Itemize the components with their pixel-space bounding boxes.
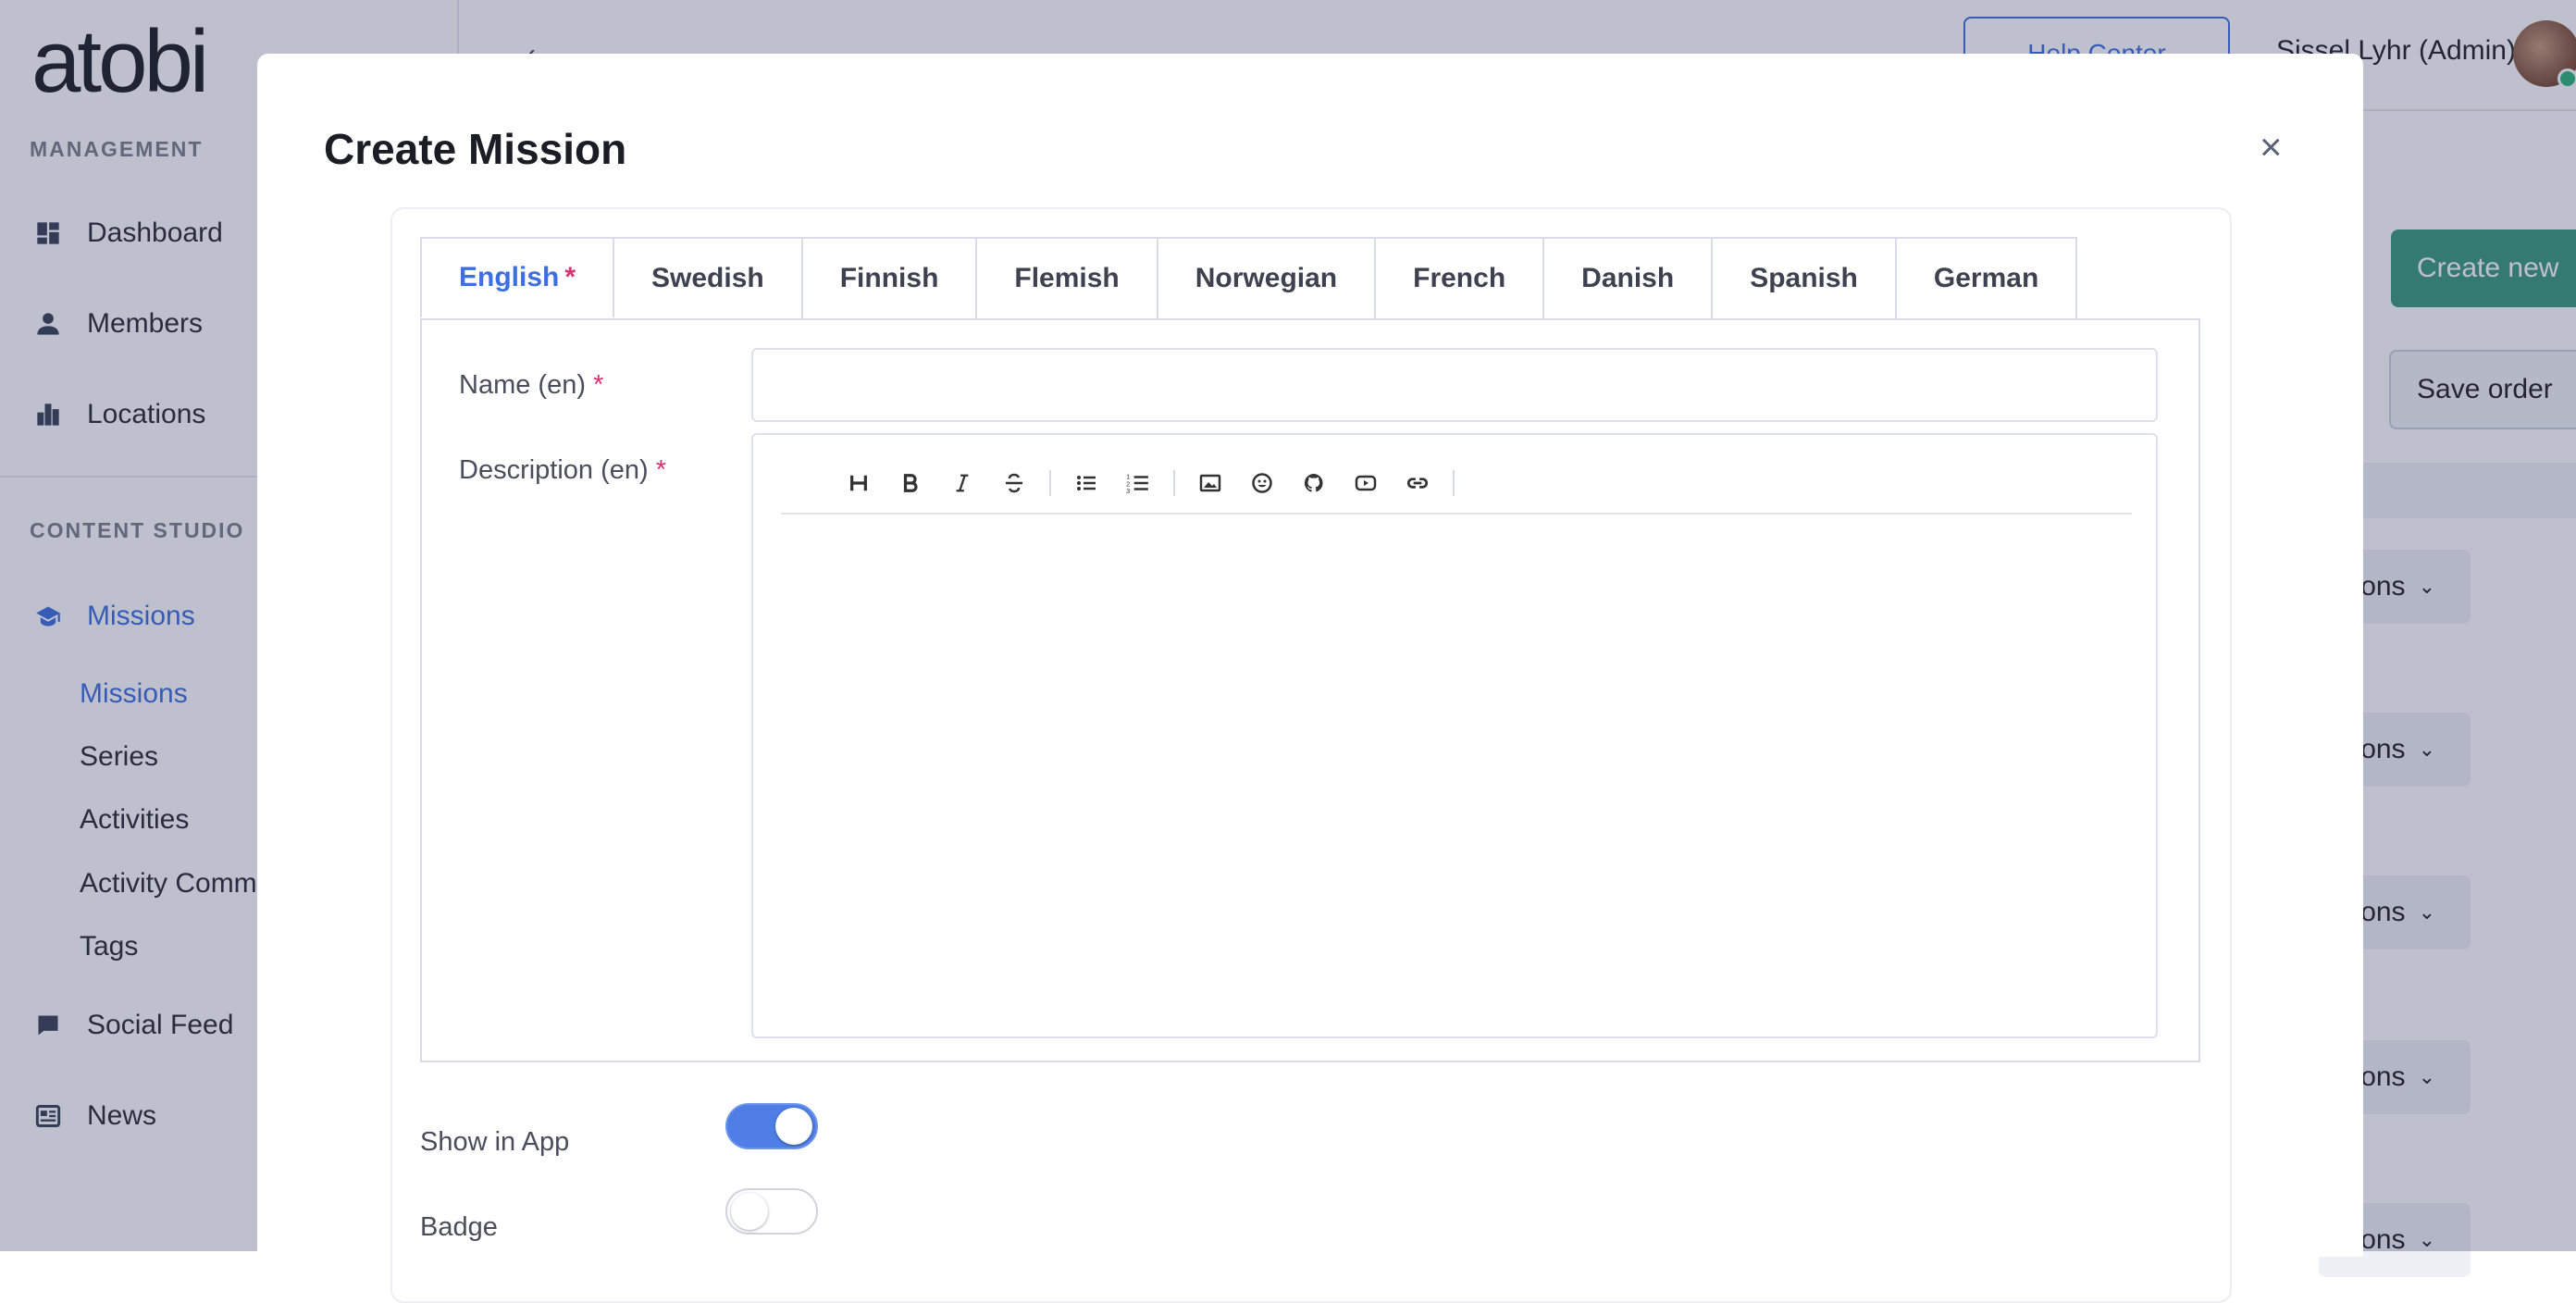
link-icon[interactable] [1392, 463, 1443, 503]
tab-finnish[interactable]: Finnish [800, 237, 978, 318]
bullet-list-icon[interactable] [1060, 463, 1112, 503]
badge-toggle[interactable] [725, 1188, 818, 1235]
toolbar-separator [1173, 470, 1175, 496]
required-mark: * [593, 370, 604, 400]
emoji-icon[interactable] [1236, 463, 1288, 503]
toolbar-separator [1453, 470, 1455, 496]
tab-german[interactable]: German [1894, 237, 2078, 318]
name-input[interactable] [751, 348, 2158, 422]
tab-swedish[interactable]: Swedish [613, 237, 803, 318]
required-mark: * [655, 455, 667, 485]
tab-flemish[interactable]: Flemish [975, 237, 1158, 318]
modal-title: Create Mission [324, 125, 627, 173]
tab-norwegian[interactable]: Norwegian [1156, 237, 1377, 318]
show-in-app-label: Show in App [420, 1127, 570, 1157]
svg-text:3: 3 [1126, 487, 1130, 495]
heading-icon[interactable] [833, 463, 885, 503]
numbered-list-icon[interactable]: 123 [1112, 463, 1164, 503]
show-in-app-toggle[interactable] [725, 1103, 818, 1149]
toggle-knob [775, 1108, 812, 1145]
name-label-text: Name (en) [459, 370, 586, 400]
description-field-label: Description (en) * [459, 455, 666, 486]
toolbar-separator [1049, 470, 1051, 496]
tab-spanish[interactable]: Spanish [1711, 237, 1897, 318]
name-field-label: Name (en) * [459, 370, 603, 401]
language-tabs: English * Swedish Finnish Flemish Norwegi… [420, 237, 2078, 320]
image-icon[interactable] [1184, 463, 1236, 503]
strikethrough-icon[interactable] [988, 463, 1040, 503]
description-text-area[interactable] [781, 518, 2132, 1018]
editor-toolbar: 123 [781, 453, 2132, 515]
italic-icon[interactable] [936, 463, 988, 503]
close-icon[interactable]: × [2260, 128, 2283, 167]
tab-label: English [459, 262, 560, 292]
github-icon[interactable] [1288, 463, 1340, 503]
create-mission-modal: Create Mission × English * Swedish Finnis… [257, 54, 2363, 1303]
description-label-text: Description (en) [459, 455, 649, 485]
tab-french[interactable]: French [1374, 237, 1545, 318]
badge-label: Badge [420, 1212, 498, 1242]
bold-icon[interactable] [885, 463, 936, 503]
required-mark: * [564, 262, 576, 292]
toggle-knob [731, 1193, 768, 1230]
tab-danish[interactable]: Danish [1542, 237, 1714, 318]
youtube-icon[interactable] [1340, 463, 1392, 503]
tab-english[interactable]: English * [420, 237, 615, 318]
description-editor: 123 [751, 433, 2158, 1038]
